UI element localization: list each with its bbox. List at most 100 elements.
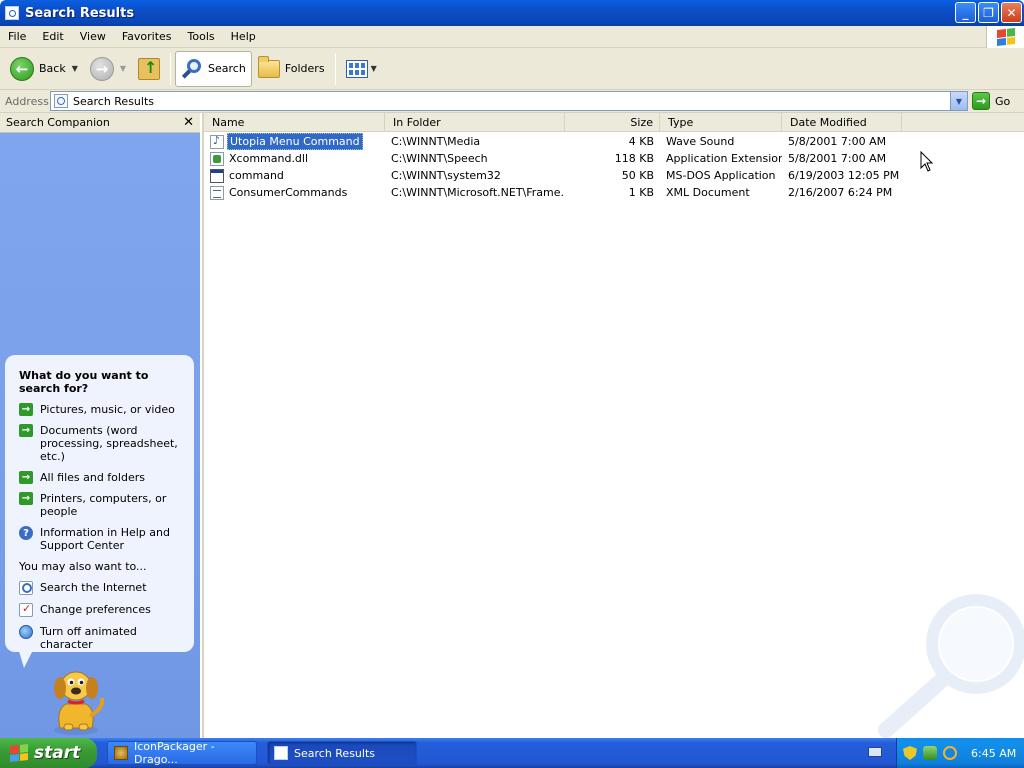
cell-type: XML Document [666,186,750,199]
menu-help[interactable]: Help [223,30,264,43]
toolbar: ← Back ▼ → ▼ Search Folders ▼ [0,48,1024,90]
folders-label: Folders [284,62,325,75]
start-button[interactable]: start [0,738,97,768]
search-options-bubble: What do you want to search for? → Pictur… [5,355,194,652]
xml-file-icon [210,185,224,200]
search-companion-header: Search Companion ✕ [0,113,200,133]
cell-size: 118 KB [614,152,654,165]
option-pictures-music-video[interactable]: → Pictures, music, or video [19,403,184,416]
table-row[interactable]: ConsumerCommands C:\WINNT\Microsoft.NET\… [204,184,1024,201]
maximize-button[interactable]: ❐ [978,2,999,23]
file-name: Xcommand.dll [229,152,309,165]
green-arrow-icon: → [19,403,33,416]
option-change-preferences[interactable]: Change preferences [19,602,184,617]
system-tray: 6:45 AM [896,738,1024,768]
option-label: Change preferences [40,603,151,616]
column-header-type[interactable]: Type [660,113,782,132]
window-title: Search Results [25,5,135,21]
title-bar[interactable]: Search Results _ ❐ ✕ [0,0,1024,26]
internet-search-icon [19,581,33,595]
forward-arrow-icon: → [89,56,114,81]
taskbar-item-iconpackager[interactable]: IconPackager - Drago... [107,740,257,766]
taskbar-item-search-results[interactable]: Search Results [267,741,417,765]
file-name: Utopia Menu Command [227,133,363,150]
cell-name: command [204,168,385,183]
menu-tools[interactable]: Tools [180,30,223,43]
search-dog-character-icon[interactable] [46,664,108,736]
green-arrow-icon: → [19,471,33,484]
cell-date-modified: 5/8/2001 7:00 AM [788,135,887,148]
cell-date-modified: 6/19/2003 12:05 PM [788,169,900,182]
forward-button[interactable]: → ▼ [84,51,132,87]
column-header-date-modified[interactable]: Date Modified [782,113,902,132]
green-arrow-icon: → [19,492,33,505]
cell-date-modified: 5/8/2001 7:00 AM [788,152,887,165]
toolbar-separator [170,52,172,85]
up-folder-icon [138,57,161,80]
option-search-internet[interactable]: Search the Internet [19,581,184,595]
option-label: Turn off animated character [40,625,137,651]
start-label: start [34,743,81,763]
search-window-icon [274,746,288,760]
menu-edit[interactable]: Edit [34,30,71,43]
minimize-button[interactable]: _ [955,2,976,23]
search-tray-icon[interactable] [943,746,957,760]
cell-name: ConsumerCommands [204,185,385,200]
bubble-tail [18,648,34,668]
option-label: Information in Help and Support Center [40,526,170,552]
address-input[interactable]: Search Results ▼ [50,91,968,111]
table-row[interactable]: command C:\WINNT\system32 50 KB MS-DOS A… [204,167,1024,184]
views-icon [345,59,368,78]
back-button[interactable]: ← Back ▼ [4,51,84,87]
task-label: Search Results [294,746,376,760]
close-button[interactable]: ✕ [1001,2,1022,23]
also-want-label: You may also want to... [19,560,147,573]
forward-dropdown-icon[interactable]: ▼ [120,64,126,73]
close-pane-icon[interactable]: ✕ [183,115,194,130]
menu-favorites[interactable]: Favorites [114,30,180,43]
option-label: Documents (word processing, spreadsheet,… [40,424,178,463]
up-folder-button[interactable] [132,51,166,87]
address-dropdown-icon[interactable]: ▼ [950,92,967,110]
cell-in-folder: C:\WINNT\Microsoft.NET\Frame... [391,186,565,199]
cell-in-folder: C:\WINNT\Media [391,135,481,148]
file-name: command [229,169,284,182]
table-row[interactable]: Utopia Menu Command C:\WINNT\Media 4 KB … [204,133,1024,150]
task-label: IconPackager - Drago... [134,740,215,766]
option-turn-off-character[interactable]: Turn off animated character [19,625,184,651]
security-shield-icon[interactable] [903,746,917,760]
option-help-support[interactable]: ? Information in Help and Support Center [19,526,184,552]
iconpackager-icon [114,746,128,760]
folder-icon [257,55,280,78]
menu-bar: File Edit View Favorites Tools Help [0,26,1024,48]
back-dropdown-icon[interactable]: ▼ [72,64,78,73]
cell-in-folder: C:\WINNT\system32 [391,169,501,182]
cell-in-folder: C:\WINNT\Speech [391,152,488,165]
folders-button[interactable]: Folders [252,51,331,87]
column-header-in-folder[interactable]: In Folder [385,113,565,132]
window-controls: _ ❐ ✕ [955,2,1022,23]
search-label: Search [208,62,246,75]
views-dropdown-icon[interactable]: ▼ [371,64,377,73]
views-button[interactable]: ▼ [340,51,383,87]
column-header-name[interactable]: Name [204,113,385,132]
option-all-files-folders[interactable]: → All files and folders [19,471,184,484]
option-documents[interactable]: → Documents (word processing, spreadshee… [19,424,184,463]
column-header-size[interactable]: Size [565,113,660,132]
keyboard-icon[interactable] [868,747,882,757]
animated-character-icon [19,625,33,639]
network-icon[interactable] [923,746,937,760]
windows-flag-icon [996,28,1015,46]
search-button[interactable]: Search [175,50,252,87]
menu-file[interactable]: File [0,30,34,43]
address-bar: Address Search Results ▼ → Go [0,90,1024,113]
cell-size: 4 KB [628,135,654,148]
go-arrow-icon: → [972,92,990,110]
clock[interactable]: 6:45 AM [971,747,1016,760]
option-printers-computers-people[interactable]: → Printers, computers, or people [19,492,184,518]
go-button[interactable]: → Go [972,91,1010,111]
menu-view[interactable]: View [72,30,114,43]
toolbar-separator [334,52,336,85]
table-row[interactable]: Xcommand.dll C:\WINNT\Speech 118 KB Appl… [204,150,1024,167]
cell-type: MS-DOS Application [666,169,776,182]
